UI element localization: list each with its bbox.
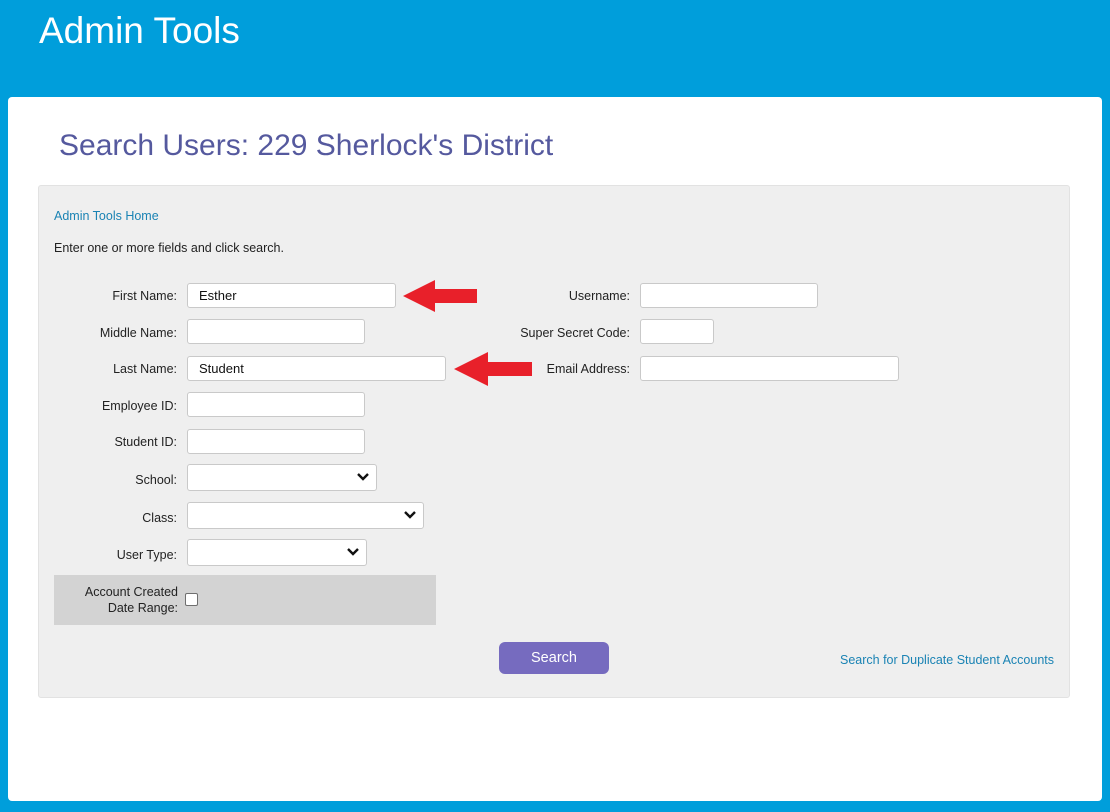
chevron-down-icon xyxy=(357,473,369,481)
middle-name-input[interactable] xyxy=(187,319,365,344)
username-label: Username: xyxy=(568,289,630,303)
class-label: Class: xyxy=(142,511,177,525)
app-title: Admin Tools xyxy=(39,10,240,51)
red-arrow-icon xyxy=(454,352,532,386)
user-type-select[interactable] xyxy=(187,539,367,566)
instructions-text: Enter one or more fields and click searc… xyxy=(54,241,284,255)
account-created-section: Account Created Date Range: xyxy=(54,575,436,625)
first-name-label: First Name: xyxy=(112,289,177,303)
account-created-label-line1: Account Created xyxy=(84,585,178,599)
red-arrow-icon xyxy=(403,280,477,312)
duplicate-accounts-link[interactable]: Search for Duplicate Student Accounts xyxy=(840,653,1054,667)
username-input[interactable] xyxy=(640,283,818,308)
last-name-input[interactable] xyxy=(187,356,446,381)
super-secret-code-input[interactable] xyxy=(640,319,714,344)
chevron-down-icon xyxy=(404,511,416,519)
chevron-down-icon xyxy=(347,548,359,556)
school-select[interactable] xyxy=(187,464,377,491)
user-type-label: User Type: xyxy=(116,548,177,562)
middle-name-label: Middle Name: xyxy=(99,326,177,340)
search-button[interactable]: Search xyxy=(499,642,609,674)
school-label: School: xyxy=(135,473,177,487)
account-created-checkbox[interactable] xyxy=(185,593,198,606)
super-secret-code-label: Super Secret Code: xyxy=(520,326,630,340)
last-name-label: Last Name: xyxy=(113,362,177,376)
email-address-input[interactable] xyxy=(640,356,899,381)
class-select[interactable] xyxy=(187,502,424,529)
student-id-input[interactable] xyxy=(187,429,365,454)
account-created-label: Account Created Date Range: xyxy=(54,584,178,616)
page-title: Search Users: 229 Sherlock's District xyxy=(59,129,554,162)
main-card: Search Users: 229 Sherlock's District Ad… xyxy=(8,97,1102,801)
admin-tools-home-link[interactable]: Admin Tools Home xyxy=(54,209,159,223)
employee-id-input[interactable] xyxy=(187,392,365,417)
account-created-label-line2: Date Range: xyxy=(107,601,178,615)
employee-id-label: Employee ID: xyxy=(101,399,177,413)
search-panel: Admin Tools Home Enter one or more field… xyxy=(38,185,1070,698)
student-id-label: Student ID: xyxy=(114,435,177,449)
first-name-input[interactable] xyxy=(187,283,396,308)
